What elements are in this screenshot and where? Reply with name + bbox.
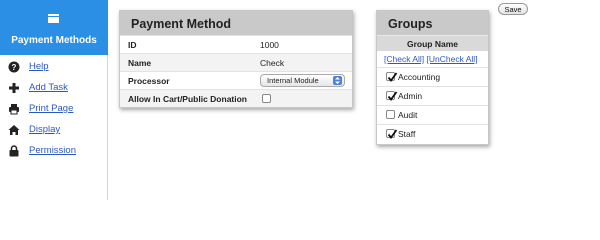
admin-checkbox[interactable] <box>386 91 398 101</box>
home-icon <box>8 124 20 136</box>
plus-icon <box>8 82 20 94</box>
name-value: Check <box>260 58 285 68</box>
group-label: Accounting <box>398 72 441 82</box>
group-row-audit: Audit <box>377 105 488 124</box>
sidebar-title: Payment Methods <box>11 35 97 46</box>
processor-selected-value: Internal Module <box>267 76 319 85</box>
processor-select[interactable]: Internal Module <box>260 74 345 87</box>
sidebar-item-label: Print Page <box>29 103 74 114</box>
uncheck-all-link[interactable]: [UnCheck All] <box>427 54 478 64</box>
staff-checkbox[interactable] <box>386 129 398 139</box>
id-row: ID 1000 <box>120 35 352 53</box>
group-row-accounting: Accounting <box>377 67 488 86</box>
select-arrows-icon <box>333 76 342 85</box>
lock-icon <box>8 145 20 157</box>
save-button[interactable]: Save <box>498 3 528 15</box>
processor-label: Processor <box>128 76 170 86</box>
group-label: Staff <box>398 129 416 139</box>
group-row-staff: Staff <box>377 124 488 143</box>
allow-label: Allow In Cart/Public Donation <box>128 94 247 104</box>
check-links: [Check All] [UnCheck All] <box>377 51 488 67</box>
id-value: 1000 <box>260 40 279 50</box>
name-row: Name Check <box>120 53 352 71</box>
accounting-checkbox[interactable] <box>386 72 398 82</box>
payment-method-panel: Payment Method ID 1000 Name Check Proces… <box>119 10 353 108</box>
sidebar-item-print-page[interactable]: Print Page <box>8 102 103 116</box>
sidebar-item-add-task[interactable]: Add Task <box>8 81 103 95</box>
processor-row: Processor Internal Module <box>120 71 352 89</box>
group-label: Audit <box>398 110 418 120</box>
name-label: Name <box>128 58 152 68</box>
question-circle-icon: ? <box>8 61 20 73</box>
panel-title: Payment Method <box>120 11 352 35</box>
sidebar-item-label: Permission <box>29 145 76 156</box>
sidebar-item-permission[interactable]: Permission <box>8 144 103 158</box>
check-all-link[interactable]: [Check All] <box>384 54 424 64</box>
group-label: Admin <box>398 91 423 101</box>
sidebar-item-help[interactable]: ? Help <box>8 60 103 74</box>
sidebar-item-label: Add Task <box>29 82 68 93</box>
sidebar-header: Payment Methods <box>0 0 108 55</box>
svg-text:?: ? <box>12 63 17 72</box>
printer-icon <box>8 103 20 115</box>
panel-title: Groups <box>377 11 488 35</box>
id-label: ID <box>128 40 137 50</box>
list-icon <box>48 14 59 23</box>
audit-checkbox[interactable] <box>386 110 395 119</box>
sidebar-item-display[interactable]: Display <box>8 123 103 137</box>
group-row-admin: Admin <box>377 86 488 105</box>
allow-cart-checkbox[interactable] <box>262 94 271 103</box>
allow-row: Allow In Cart/Public Donation <box>120 89 352 107</box>
groups-panel: Groups Group Name [Check All] [UnCheck A… <box>376 10 489 145</box>
sidebar-item-label: Help <box>29 61 49 72</box>
group-name-header: Group Name <box>377 35 488 51</box>
sidebar: Payment Methods ? Help Add Task Print Pa… <box>0 0 108 200</box>
sidebar-item-label: Display <box>29 124 61 135</box>
